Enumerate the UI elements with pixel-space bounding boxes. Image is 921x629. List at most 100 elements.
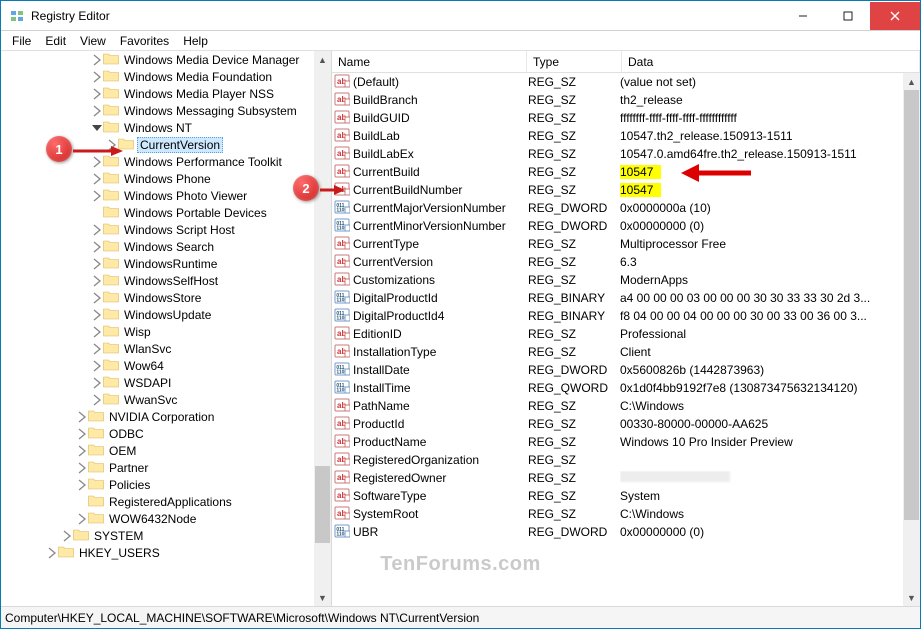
value-row[interactable]: InstallTimeREG_QWORD0x1d0f4bb9192f7e8 (1…	[332, 379, 903, 397]
col-header-type[interactable]: Type	[527, 51, 622, 72]
chevron-right-icon[interactable]	[76, 445, 88, 457]
chevron-right-icon[interactable]	[91, 292, 103, 304]
value-row[interactable]: InstallationTypeREG_SZClient	[332, 343, 903, 361]
tree-item[interactable]: Windows Search	[1, 238, 314, 255]
value-row[interactable]: RegisteredOwnerREG_SZ	[332, 469, 903, 487]
chevron-right-icon[interactable]	[76, 479, 88, 491]
tree-item[interactable]: Windows NT	[1, 119, 314, 136]
tree-item[interactable]: Windows Photo Viewer	[1, 187, 314, 204]
value-row[interactable]: CurrentTypeREG_SZMultiprocessor Free	[332, 235, 903, 253]
tree-item[interactable]: WSDAPI	[1, 374, 314, 391]
key-tree[interactable]: Windows Media Device ManagerWindows Medi…	[1, 51, 332, 606]
tree-item[interactable]: Windows Media Player NSS	[1, 85, 314, 102]
titlebar[interactable]: Registry Editor	[1, 1, 920, 31]
tree-item[interactable]: Windows Messaging Subsystem	[1, 102, 314, 119]
chevron-right-icon[interactable]	[91, 360, 103, 372]
chevron-right-icon[interactable]	[61, 530, 73, 542]
value-row[interactable]: (Default)REG_SZ(value not set)	[332, 73, 903, 91]
value-row[interactable]: PathNameREG_SZC:\Windows	[332, 397, 903, 415]
value-row[interactable]: BuildBranchREG_SZth2_release	[332, 91, 903, 109]
chevron-right-icon[interactable]	[91, 326, 103, 338]
chevron-right-icon[interactable]	[91, 156, 103, 168]
tree-item[interactable]: WindowsStore	[1, 289, 314, 306]
tree-item[interactable]: SYSTEM	[1, 527, 314, 544]
minimize-button[interactable]	[780, 2, 825, 30]
value-row[interactable]: BuildGUIDREG_SZffffffff-ffff-ffff-ffff-f…	[332, 109, 903, 127]
tree-item[interactable]: WindowsRuntime	[1, 255, 314, 272]
scroll-up-icon[interactable]: ▲	[903, 73, 920, 90]
tree-item[interactable]: Wisp	[1, 323, 314, 340]
chevron-right-icon[interactable]	[91, 88, 103, 100]
scroll-down-icon[interactable]: ▼	[903, 589, 920, 606]
value-row[interactable]: BuildLabExREG_SZ10547.0.amd64fre.th2_rel…	[332, 145, 903, 163]
menu-favorites[interactable]: Favorites	[113, 33, 176, 49]
value-row[interactable]: CurrentBuildREG_SZ10547	[332, 163, 903, 181]
scroll-thumb[interactable]	[315, 466, 330, 543]
tree-item[interactable]: OEM	[1, 442, 314, 459]
chevron-right-icon[interactable]	[91, 394, 103, 406]
col-header-name[interactable]: Name	[332, 51, 527, 72]
chevron-right-icon[interactable]	[91, 241, 103, 253]
tree-item[interactable]: RegisteredApplications	[1, 493, 314, 510]
tree-item[interactable]: Windows Phone	[1, 170, 314, 187]
chevron-right-icon[interactable]	[76, 428, 88, 440]
scroll-down-icon[interactable]: ▼	[314, 589, 331, 606]
chevron-right-icon[interactable]	[91, 173, 103, 185]
value-row[interactable]: SystemRootREG_SZC:\Windows	[332, 505, 903, 523]
value-row[interactable]: SoftwareTypeREG_SZSystem	[332, 487, 903, 505]
scroll-thumb[interactable]	[904, 90, 919, 520]
value-row[interactable]: CurrentMinorVersionNumberREG_DWORD0x0000…	[332, 217, 903, 235]
tree-item[interactable]: WindowsUpdate	[1, 306, 314, 323]
chevron-right-icon[interactable]	[91, 377, 103, 389]
value-row[interactable]: ProductIdREG_SZ00330-80000-00000-AA625	[332, 415, 903, 433]
chevron-right-icon[interactable]	[91, 309, 103, 321]
chevron-right-icon[interactable]	[91, 105, 103, 117]
col-header-data[interactable]: Data	[622, 51, 920, 72]
value-row[interactable]: CustomizationsREG_SZModernApps	[332, 271, 903, 289]
value-row[interactable]: DigitalProductId4REG_BINARYf8 04 00 00 0…	[332, 307, 903, 325]
chevron-right-icon[interactable]	[76, 462, 88, 474]
value-row[interactable]: BuildLabREG_SZ10547.th2_release.150913-1…	[332, 127, 903, 145]
tree-item[interactable]: Windows Script Host	[1, 221, 314, 238]
chevron-right-icon[interactable]	[91, 190, 103, 202]
chevron-right-icon[interactable]	[91, 54, 103, 66]
menu-file[interactable]: File	[5, 33, 38, 49]
chevron-right-icon[interactable]	[91, 258, 103, 270]
tree-item[interactable]: HKEY_USERS	[1, 544, 314, 561]
tree-item[interactable]: Partner	[1, 459, 314, 476]
chevron-right-icon[interactable]	[46, 547, 58, 559]
chevron-right-icon[interactable]	[76, 411, 88, 423]
chevron-right-icon[interactable]	[91, 343, 103, 355]
tree-item[interactable]: Windows Portable Devices	[1, 204, 314, 221]
chevron-right-icon[interactable]	[76, 513, 88, 525]
tree-item[interactable]: ODBC	[1, 425, 314, 442]
value-row[interactable]: InstallDateREG_DWORD0x5600826b (14428739…	[332, 361, 903, 379]
chevron-down-icon[interactable]	[91, 122, 103, 134]
value-row[interactable]: CurrentMajorVersionNumberREG_DWORD0x0000…	[332, 199, 903, 217]
chevron-right-icon[interactable]	[91, 275, 103, 287]
tree-item[interactable]: Wow64	[1, 357, 314, 374]
menu-edit[interactable]: Edit	[38, 33, 73, 49]
scroll-up-icon[interactable]: ▲	[314, 51, 331, 68]
tree-item[interactable]: WlanSvc	[1, 340, 314, 357]
tree-item[interactable]: Windows Media Foundation	[1, 68, 314, 85]
chevron-right-icon[interactable]	[91, 71, 103, 83]
value-row[interactable]: DigitalProductIdREG_BINARYa4 00 00 00 03…	[332, 289, 903, 307]
value-row[interactable]: EditionIDREG_SZProfessional	[332, 325, 903, 343]
value-row[interactable]: CurrentVersionREG_SZ6.3	[332, 253, 903, 271]
menu-view[interactable]: View	[73, 33, 113, 49]
tree-item[interactable]: WwanSvc	[1, 391, 314, 408]
value-row[interactable]: CurrentBuildNumberREG_SZ10547	[332, 181, 903, 199]
tree-item[interactable]: Windows Media Device Manager	[1, 51, 314, 68]
value-row[interactable]: RegisteredOrganizationREG_SZ	[332, 451, 903, 469]
list-scrollbar[interactable]: ▲ ▼	[903, 73, 920, 606]
close-button[interactable]	[870, 2, 920, 30]
menu-help[interactable]: Help	[176, 33, 215, 49]
maximize-button[interactable]	[825, 2, 870, 30]
tree-scrollbar[interactable]: ▲ ▼	[314, 51, 331, 606]
value-list[interactable]: Name Type Data (Default)REG_SZ(value not…	[332, 51, 920, 606]
tree-item[interactable]: NVIDIA Corporation	[1, 408, 314, 425]
value-row[interactable]: UBRREG_DWORD0x00000000 (0)	[332, 523, 903, 541]
tree-item[interactable]: Policies	[1, 476, 314, 493]
tree-item[interactable]: WindowsSelfHost	[1, 272, 314, 289]
